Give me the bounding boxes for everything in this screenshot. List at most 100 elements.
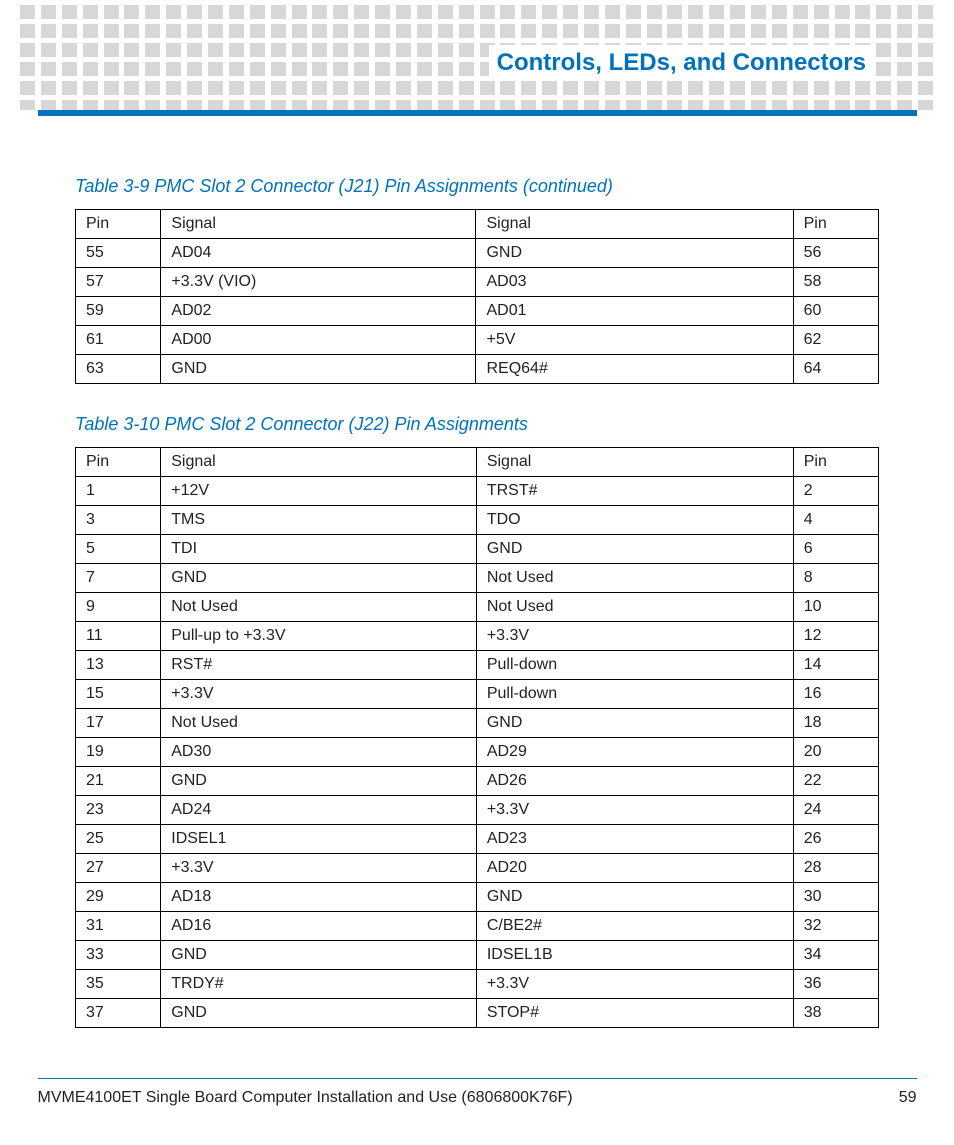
table1-cell-sig_r: AD03 (476, 268, 793, 297)
table1-cell-pin_r: 56 (793, 239, 878, 268)
table2-cell-pin_l: 7 (76, 564, 161, 593)
table1-cell-pin_r: 62 (793, 326, 878, 355)
table1-cell-pin_r: 64 (793, 355, 878, 384)
table2-cell-pin_r: 24 (793, 796, 878, 825)
table-row: 59AD02AD0160 (76, 297, 879, 326)
table1-cell-pin_l: 57 (76, 268, 161, 297)
table2-cell-pin_l: 27 (76, 854, 161, 883)
table-row: 63GNDREQ64#64 (76, 355, 879, 384)
table-row: 57+3.3V (VIO)AD0358 (76, 268, 879, 297)
table1-cell-pin_l: 59 (76, 297, 161, 326)
table2-cell-sig_l: +3.3V (161, 680, 477, 709)
table-row: 33GNDIDSEL1B34 (76, 941, 879, 970)
table-row: 61AD00+5V62 (76, 326, 879, 355)
table1-cell-pin_l: 63 (76, 355, 161, 384)
table2-cell-pin_r: 34 (793, 941, 878, 970)
table2-cell-pin_l: 3 (76, 506, 161, 535)
table2-cell-sig_l: RST# (161, 651, 477, 680)
table1-header-sig-r: Signal (476, 210, 793, 239)
table1-cell-sig_l: +3.3V (VIO) (161, 268, 476, 297)
table2-cell-pin_l: 15 (76, 680, 161, 709)
table1-header-pin-l: Pin (76, 210, 161, 239)
table2-cell-pin_r: 6 (793, 535, 878, 564)
table2-cell-pin_l: 13 (76, 651, 161, 680)
table2-cell-sig_l: Not Used (161, 593, 477, 622)
table1-cell-sig_l: AD04 (161, 239, 476, 268)
table2-cell-sig_r: C/BE2# (476, 912, 793, 941)
table1-cell-sig_l: GND (161, 355, 476, 384)
table2-cell-sig_r: TRST# (476, 477, 793, 506)
table2-cell-pin_r: 14 (793, 651, 878, 680)
table2-pin-assignments: Pin Signal Signal Pin 1+12VTRST#23TMSTDO… (75, 447, 879, 1028)
table2-cell-pin_l: 17 (76, 709, 161, 738)
table2-cell-pin_l: 11 (76, 622, 161, 651)
table2-cell-sig_r: GND (476, 535, 793, 564)
table1-cell-pin_r: 60 (793, 297, 878, 326)
table2-cell-sig_l: Not Used (161, 709, 477, 738)
table2-cell-pin_r: 28 (793, 854, 878, 883)
table-row: 21GNDAD2622 (76, 767, 879, 796)
table2-cell-pin_r: 8 (793, 564, 878, 593)
table1-cell-sig_r: REQ64# (476, 355, 793, 384)
table2-cell-sig_l: AD24 (161, 796, 477, 825)
table2-cell-pin_r: 38 (793, 999, 878, 1028)
table2-cell-sig_l: AD30 (161, 738, 477, 767)
table-header-row: Pin Signal Signal Pin (76, 210, 879, 239)
footer-page-number: 59 (899, 1089, 917, 1107)
table2-cell-sig_l: +12V (161, 477, 477, 506)
table-row: 25IDSEL1AD2326 (76, 825, 879, 854)
table-row: 11Pull-up to +3.3V+3.3V12 (76, 622, 879, 651)
table2-cell-pin_l: 25 (76, 825, 161, 854)
table2-cell-sig_l: Pull-up to +3.3V (161, 622, 477, 651)
table2-cell-pin_r: 16 (793, 680, 878, 709)
table-row: 13RST#Pull-down14 (76, 651, 879, 680)
table2-cell-pin_r: 20 (793, 738, 878, 767)
table1-header-pin-r: Pin (793, 210, 878, 239)
table-row: 3TMSTDO4 (76, 506, 879, 535)
table-row: 35TRDY#+3.3V36 (76, 970, 879, 999)
table1-cell-sig_r: +5V (476, 326, 793, 355)
table2-header-pin-l: Pin (76, 448, 161, 477)
footer: MVME4100ET Single Board Computer Install… (38, 1078, 917, 1107)
table2-cell-sig_r: Not Used (476, 564, 793, 593)
table1-cell-pin_l: 61 (76, 326, 161, 355)
table2-cell-pin_l: 5 (76, 535, 161, 564)
table2-cell-sig_r: TDO (476, 506, 793, 535)
table2-caption: Table 3-10 PMC Slot 2 Connector (J22) Pi… (75, 414, 879, 435)
table-row: 23AD24+3.3V24 (76, 796, 879, 825)
footer-doc-title: MVME4100ET Single Board Computer Install… (38, 1089, 573, 1107)
table2-cell-sig_r: +3.3V (476, 796, 793, 825)
table2-cell-sig_l: +3.3V (161, 854, 477, 883)
table2-cell-sig_r: Not Used (476, 593, 793, 622)
table2-cell-sig_l: AD18 (161, 883, 477, 912)
table1-cell-sig_l: AD02 (161, 297, 476, 326)
table2-cell-sig_r: IDSEL1B (476, 941, 793, 970)
table-row: 29AD18GND30 (76, 883, 879, 912)
table2-header-sig-r: Signal (476, 448, 793, 477)
table-row: 7GNDNot Used8 (76, 564, 879, 593)
table-row: 27+3.3VAD2028 (76, 854, 879, 883)
table2-cell-pin_l: 33 (76, 941, 161, 970)
table2-cell-pin_l: 29 (76, 883, 161, 912)
table-row: 9Not UsedNot Used10 (76, 593, 879, 622)
table-row: 31AD16C/BE2#32 (76, 912, 879, 941)
table1-cell-pin_l: 55 (76, 239, 161, 268)
table2-cell-pin_r: 36 (793, 970, 878, 999)
table2-cell-sig_r: +3.3V (476, 622, 793, 651)
table2-cell-pin_r: 4 (793, 506, 878, 535)
table2-cell-sig_l: AD16 (161, 912, 477, 941)
table2-cell-sig_l: GND (161, 767, 477, 796)
header-decorative-pattern: Controls, LEDs, and Connectors (0, 0, 954, 110)
table-row: 15+3.3VPull-down16 (76, 680, 879, 709)
table2-cell-pin_r: 22 (793, 767, 878, 796)
table2-cell-pin_r: 10 (793, 593, 878, 622)
section-title: Controls, LEDs, and Connectors (489, 45, 874, 81)
table2-cell-pin_l: 35 (76, 970, 161, 999)
table1-pin-assignments: Pin Signal Signal Pin 55AD04GND5657+3.3V… (75, 209, 879, 384)
table2-cell-sig_l: TDI (161, 535, 477, 564)
table1-cell-sig_r: AD01 (476, 297, 793, 326)
table2-cell-sig_r: STOP# (476, 999, 793, 1028)
table2-header-sig-l: Signal (161, 448, 477, 477)
table2-cell-sig_r: GND (476, 709, 793, 738)
table-row: 5TDIGND6 (76, 535, 879, 564)
